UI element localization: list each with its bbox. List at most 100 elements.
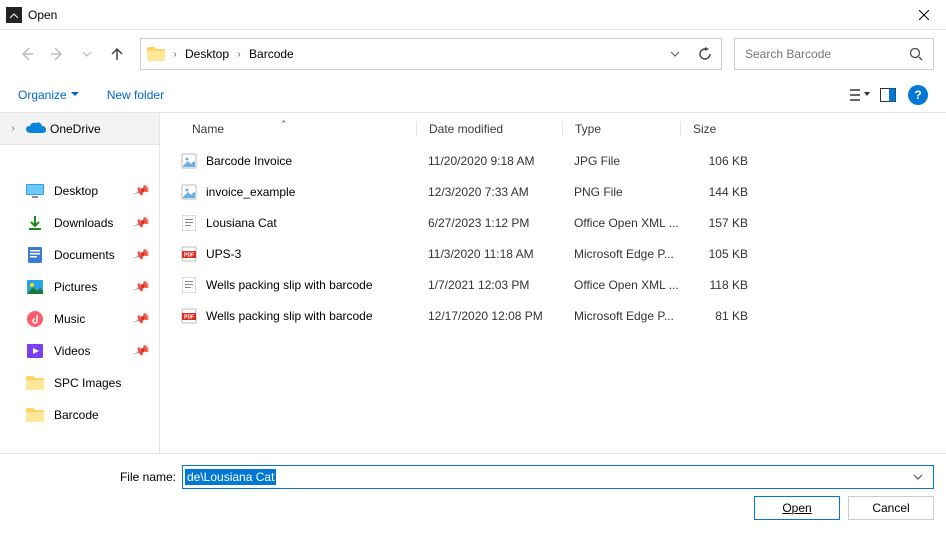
sidebar-item-label: Pictures — [54, 280, 97, 294]
chevron-right-icon: › — [231, 49, 247, 60]
breadcrumb-item[interactable]: Desktop — [183, 47, 231, 61]
sort-indicator-icon: ⌃ — [280, 119, 288, 130]
organize-menu[interactable]: Organize — [18, 88, 79, 102]
sidebar-item-label: SPC Images — [54, 376, 121, 390]
help-button[interactable]: ? — [908, 85, 928, 105]
onedrive-icon — [26, 122, 46, 136]
open-button[interactable]: Open — [754, 496, 840, 520]
refresh-button[interactable] — [689, 40, 721, 68]
file-name: invoice_example — [206, 185, 295, 199]
folder-icon — [26, 406, 44, 424]
file-name: UPS-3 — [206, 247, 241, 261]
column-size[interactable]: Size — [680, 122, 760, 136]
pin-icon: 📌 — [132, 310, 151, 328]
command-bar: Organize New folder ? — [0, 78, 946, 112]
sidebar-item-label: Downloads — [54, 216, 113, 230]
file-date: 12/17/2020 12:08 PM — [416, 309, 562, 323]
app-icon — [6, 7, 22, 23]
file-size: 81 KB — [680, 309, 760, 323]
file-row[interactable]: Lousiana Cat6/27/2023 1:12 PMOffice Open… — [160, 207, 946, 238]
cancel-button[interactable]: Cancel — [848, 496, 934, 520]
file-row[interactable]: PDFUPS-311/3/2020 11:18 AMMicrosoft Edge… — [160, 238, 946, 269]
pin-icon: 📌 — [132, 214, 151, 232]
file-type: PNG File — [562, 185, 680, 199]
column-name[interactable]: Name⌃ — [160, 122, 416, 136]
document-icon — [26, 246, 44, 264]
recent-dropdown[interactable] — [72, 39, 102, 69]
file-row[interactable]: Barcode Invoice 11/20/2020 9:18 AMJPG Fil… — [160, 145, 946, 176]
back-button[interactable] — [12, 39, 42, 69]
svg-text:PDF: PDF — [184, 252, 194, 258]
search-icon[interactable] — [909, 47, 925, 61]
file-size: 157 KB — [680, 216, 760, 230]
search-box[interactable] — [734, 38, 934, 70]
search-input[interactable] — [743, 46, 909, 62]
videos-icon — [26, 342, 44, 360]
file-row[interactable]: Wells packing slip with barcode 1/7/2021 … — [160, 269, 946, 300]
folder-icon — [145, 40, 167, 68]
sidebar-item-music[interactable]: Music 📌 — [0, 303, 159, 335]
file-name: Wells packing slip with barcode — [206, 278, 373, 292]
file-name: Lousiana Cat — [206, 216, 277, 230]
column-type[interactable]: Type — [562, 122, 680, 136]
new-folder-label: New folder — [107, 88, 164, 102]
sidebar-item-videos[interactable]: Videos📌 — [0, 335, 159, 367]
close-button[interactable] — [901, 0, 946, 30]
column-date[interactable]: Date modified — [416, 122, 562, 136]
breadcrumb-box[interactable]: › Desktop › Barcode — [140, 38, 722, 70]
file-row[interactable]: invoice_example12/3/2020 7:33 AMPNG File… — [160, 176, 946, 207]
download-icon — [26, 214, 44, 232]
chevron-right-icon: › — [4, 123, 22, 134]
filename-input[interactable]: de\Lousiana Cat — [182, 465, 934, 489]
organize-label: Organize — [18, 88, 67, 102]
view-menu[interactable] — [846, 81, 874, 109]
file-date: 6/27/2023 1:12 PM — [416, 216, 562, 230]
window-title: Open — [28, 8, 901, 22]
filename-dropdown[interactable] — [913, 472, 933, 482]
sidebar-item-downloads[interactable]: Downloads 📌 — [0, 207, 159, 239]
bottom-panel: File name: de\Lousiana Cat Open Cancel — [0, 453, 946, 533]
pictures-icon — [26, 278, 44, 296]
file-name: Barcode Invoice — [206, 154, 292, 168]
sidebar-item-label: Barcode — [54, 408, 99, 422]
chevron-right-icon: › — [167, 49, 183, 60]
title-bar: Open — [0, 0, 946, 30]
file-type: Microsoft Edge P... — [562, 309, 680, 323]
sidebar-item-label: Music — [54, 312, 85, 326]
file-size: 118 KB — [680, 278, 760, 292]
sidebar-item-documents[interactable]: Documents📌 — [0, 239, 159, 271]
sidebar-item-label: Videos — [54, 344, 90, 358]
preview-pane-button[interactable] — [874, 81, 902, 109]
pin-icon: 📌 — [132, 278, 151, 296]
file-icon — [180, 152, 198, 170]
up-button[interactable] — [102, 39, 132, 69]
sidebar-item-barcode[interactable]: Barcode — [0, 399, 159, 431]
sidebar-item-spc-images[interactable]: SPC Images — [0, 367, 159, 399]
sidebar-item-pictures[interactable]: Pictures 📌 — [0, 271, 159, 303]
file-size: 144 KB — [680, 185, 760, 199]
desktop-icon — [26, 182, 44, 200]
breadcrumb-item[interactable]: Barcode — [247, 47, 296, 61]
file-icon — [180, 183, 198, 201]
file-type: JPG File — [562, 154, 680, 168]
file-date: 11/20/2020 9:18 AM — [416, 154, 562, 168]
breadcrumb-history-dropdown[interactable] — [661, 40, 689, 68]
sidebar-item-desktop[interactable]: Desktop📌 — [0, 175, 159, 207]
file-icon: PDF — [180, 245, 198, 263]
file-name: Wells packing slip with barcode — [206, 309, 373, 323]
filename-value: de\Lousiana Cat — [185, 469, 276, 485]
file-size: 105 KB — [680, 247, 760, 261]
file-row[interactable]: PDF Wells packing slip with barcode 12/17/… — [160, 300, 946, 331]
sidebar-item-label: Desktop — [54, 184, 98, 198]
forward-button[interactable] — [42, 39, 72, 69]
file-icon — [180, 276, 198, 294]
filename-label: File name: — [12, 470, 182, 484]
file-size: 106 KB — [680, 154, 760, 168]
new-folder-button[interactable]: New folder — [107, 88, 164, 102]
file-date: 1/7/2021 12:03 PM — [416, 278, 562, 292]
sidebar-group-onedrive[interactable]: › OneDrive — [0, 113, 159, 145]
file-icon: PDF — [180, 307, 198, 325]
column-headers: Name⌃ Date modified Type Size — [160, 113, 946, 145]
nav-row: › Desktop › Barcode — [0, 30, 946, 78]
sidebar: › OneDrive Desktop📌Downloads📌Documents📌P… — [0, 113, 160, 453]
